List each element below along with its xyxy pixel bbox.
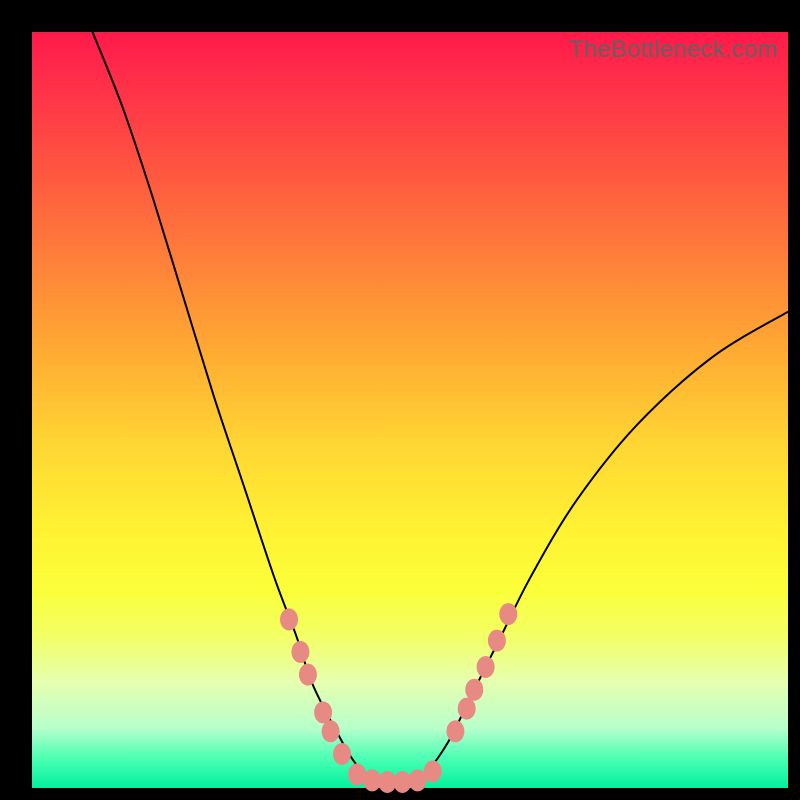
curve-marker <box>291 641 309 663</box>
bottleneck-curve <box>93 32 789 782</box>
curve-marker <box>477 656 495 678</box>
chart-svg <box>32 32 788 788</box>
curve-marker <box>322 720 340 742</box>
curve-marker <box>458 698 476 720</box>
curve-marker <box>446 720 464 742</box>
curve-marker <box>488 630 506 652</box>
plot-area: TheBottleneck.com <box>32 32 788 788</box>
curve-marker <box>424 760 442 782</box>
marker-group <box>280 603 517 793</box>
curve-marker <box>314 701 332 723</box>
curve-marker <box>333 743 351 765</box>
curve-marker <box>465 679 483 701</box>
curve-marker <box>299 664 317 686</box>
curve-marker <box>499 603 517 625</box>
curve-marker <box>280 608 298 630</box>
outer-frame: TheBottleneck.com <box>0 0 800 800</box>
